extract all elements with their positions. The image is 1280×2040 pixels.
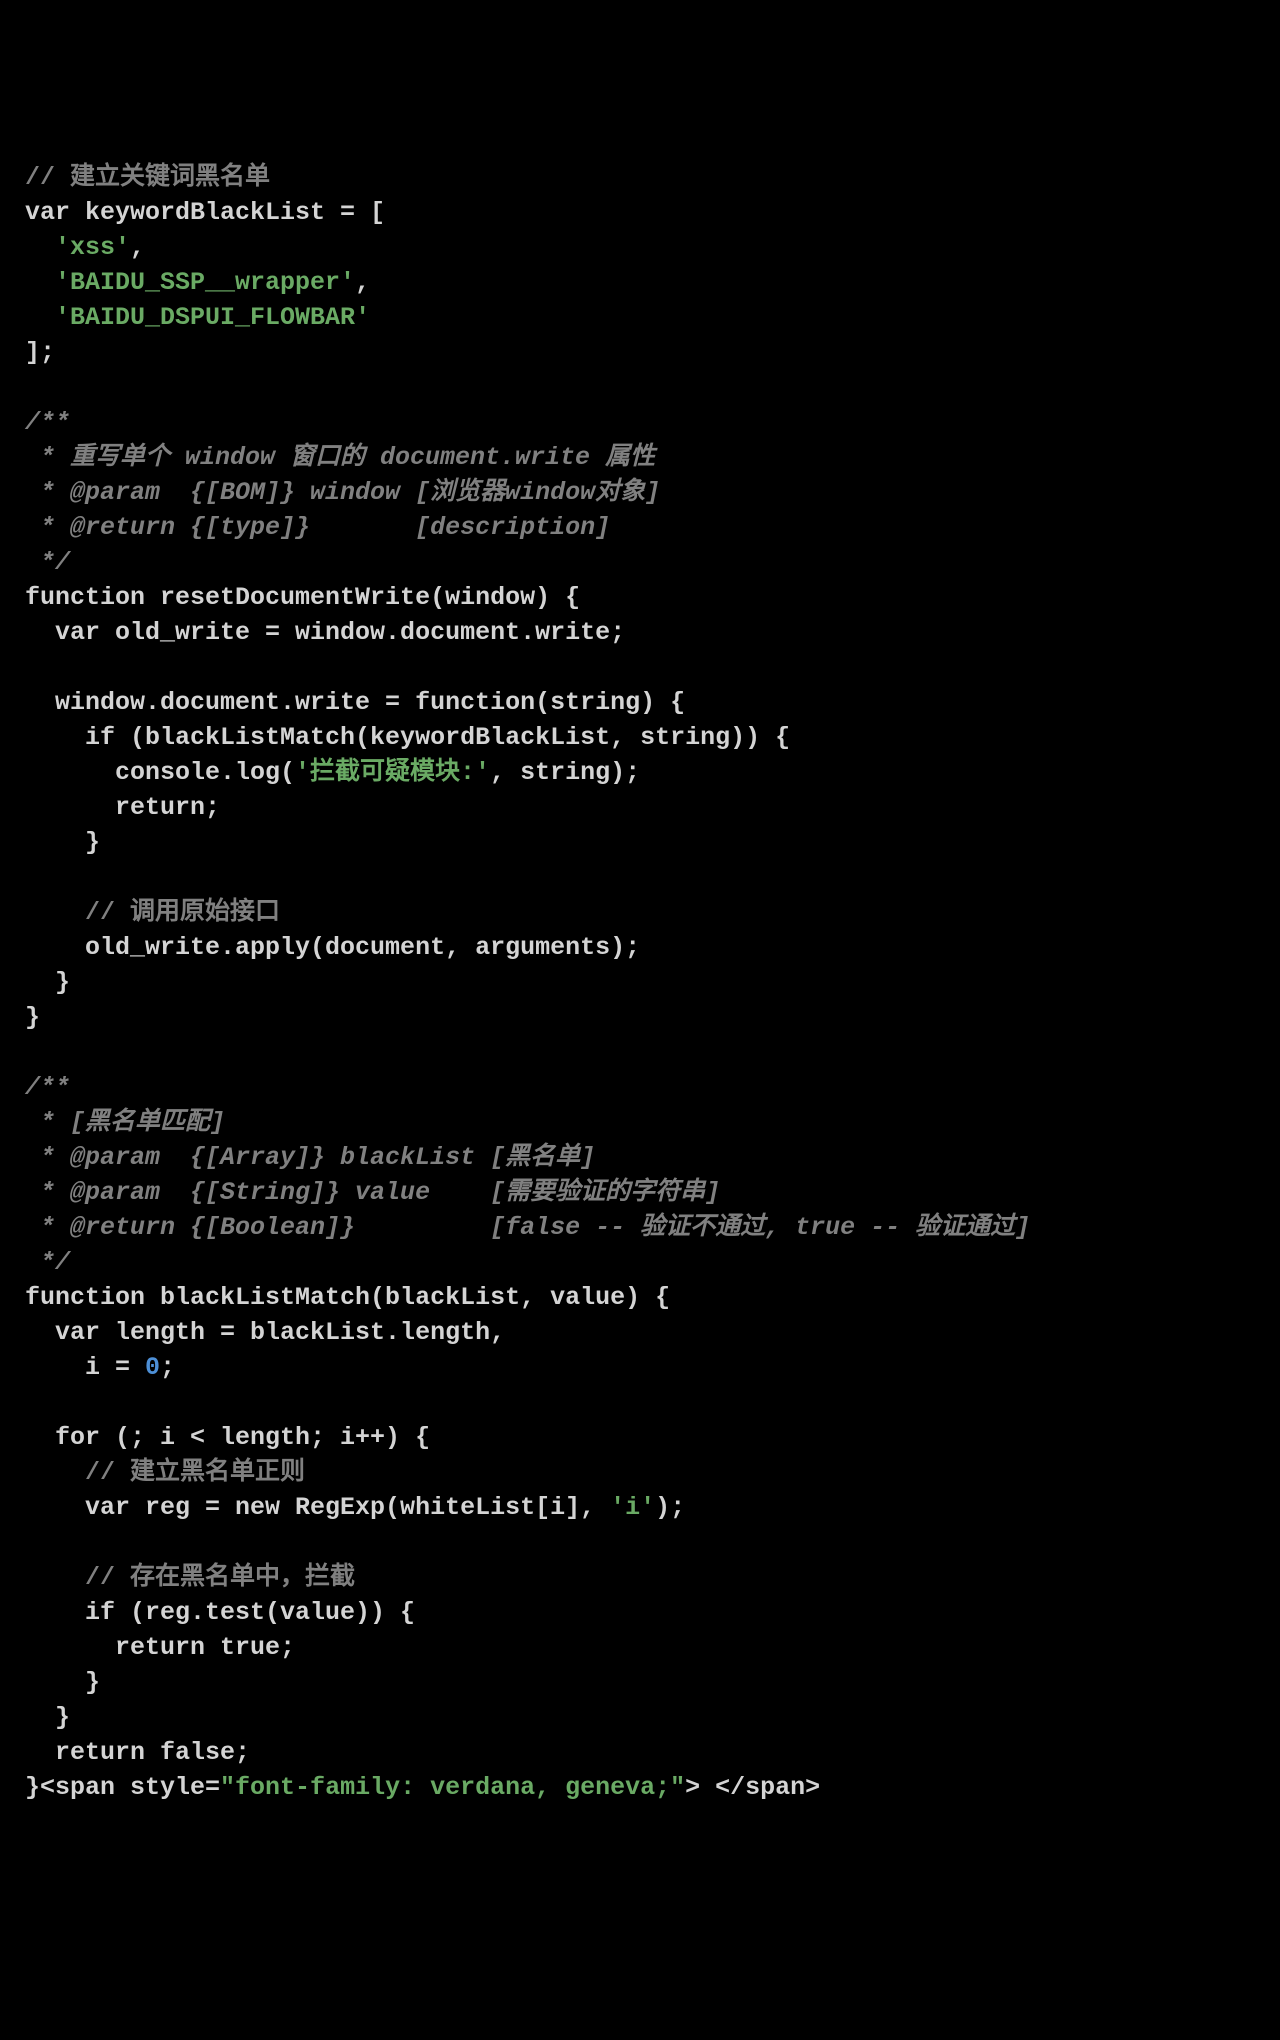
code-line: window.document.write = function(string)… <box>25 688 685 717</box>
code-line: var keywordBlackList = [ <box>25 198 385 227</box>
code-string: 'BAIDU_SSP__wrapper' <box>55 268 355 297</box>
code-string: 'BAIDU_DSPUI_FLOWBAR' <box>55 303 370 332</box>
code-string: 'xss' <box>55 233 130 262</box>
code-comment: * @return {[Boolean]} [false -- 验证不通过, t… <box>25 1213 1030 1242</box>
code-line: } <box>25 828 100 857</box>
code-comment: * [黑名单匹配] <box>25 1108 225 1137</box>
code-text: console.log( <box>25 758 295 787</box>
code-comment: /** <box>25 408 70 437</box>
code-line: return true; <box>25 1633 295 1662</box>
code-line: ]; <box>25 338 55 367</box>
code-text <box>25 233 55 262</box>
code-text: , <box>130 233 145 262</box>
code-line: if (reg.test(value)) { <box>25 1598 415 1627</box>
code-line: return; <box>25 793 220 822</box>
code-text: ); <box>655 1493 685 1522</box>
code-comment: * @param {[Array]} blackList [黑名单] <box>25 1143 595 1172</box>
code-text: , <box>355 268 370 297</box>
code-string: "font-family: verdana, geneva;" <box>220 1773 685 1802</box>
code-line: function blackListMatch(blackList, value… <box>25 1283 670 1312</box>
code-comment: // 调用原始接口 <box>25 898 280 927</box>
code-comment: /** <box>25 1073 70 1102</box>
code-comment: * 重写单个 window 窗口的 document.write 属性 <box>25 443 655 472</box>
code-line: } <box>25 1703 70 1732</box>
code-text: > </span> <box>685 1773 820 1802</box>
code-line: } <box>25 1003 40 1032</box>
code-string: 'i' <box>610 1493 655 1522</box>
code-comment: * @param {[BOM]} window [浏览器window对象] <box>25 478 660 507</box>
code-line: for (; i < length; i++) { <box>25 1423 430 1452</box>
code-line: old_write.apply(document, arguments); <box>25 933 640 962</box>
code-comment: * @return {[type]} [description] <box>25 513 610 542</box>
code-line: // 建立关键词黑名单 <box>25 163 270 192</box>
code-comment: * @param {[String]} value [需要验证的字符串] <box>25 1178 720 1207</box>
code-text: }<span style= <box>25 1773 220 1802</box>
code-text: ; <box>160 1353 175 1382</box>
code-text <box>25 303 55 332</box>
code-text: i = <box>25 1353 145 1382</box>
code-line: if (blackListMatch(keywordBlackList, str… <box>25 723 790 752</box>
code-comment: */ <box>25 1248 70 1277</box>
code-comment: // 存在黑名单中，拦截 <box>25 1563 355 1592</box>
code-comment: // 建立黑名单正则 <box>25 1458 305 1487</box>
code-line: return false; <box>25 1738 250 1767</box>
code-text <box>25 268 55 297</box>
code-line: function resetDocumentWrite(window) { <box>25 583 580 612</box>
code-text: , string); <box>490 758 640 787</box>
code-number: 0 <box>145 1353 160 1382</box>
code-line: } <box>25 968 70 997</box>
code-line: } <box>25 1668 100 1697</box>
code-block: // 建立关键词黑名单 var keywordBlackList = [ 'xs… <box>25 160 1255 1805</box>
code-string: '拦截可疑模块:' <box>295 758 490 787</box>
code-comment: */ <box>25 548 70 577</box>
code-line: var old_write = window.document.write; <box>25 618 625 647</box>
code-line: var length = blackList.length, <box>25 1318 505 1347</box>
code-text: var reg = new RegExp(whiteList[i], <box>25 1493 610 1522</box>
